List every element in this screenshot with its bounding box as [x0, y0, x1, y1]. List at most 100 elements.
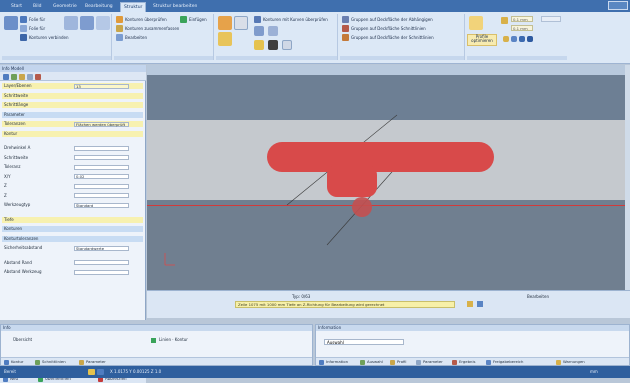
ribbon-btn-group-1[interactable]: Gruppen auf Deckfläche der Abhängigen	[342, 16, 433, 23]
ribbon-btn-group-2[interactable]: Gruppen auf Deckfläche Schnittlinien	[342, 25, 426, 32]
new-icon[interactable]	[3, 73, 9, 80]
ribbon-btn-group-3[interactable]: Gruppen auf Deckfläche der Schnittlinien	[342, 34, 434, 41]
ribbon-btn-edit[interactable]: Bearbeiten	[116, 34, 147, 41]
tab-auswahl[interactable]: Auswahl	[360, 359, 383, 365]
frame-icon[interactable]	[282, 40, 292, 50]
property-row[interactable]: Kontur	[2, 130, 143, 137]
copy-icon[interactable]	[19, 73, 25, 80]
curve-icon[interactable]	[218, 16, 232, 30]
profile-icon[interactable]	[469, 16, 483, 30]
property-row[interactable]: Drehwinkel A	[2, 145, 143, 151]
tab-warnungen[interactable]: Warnungen	[556, 359, 585, 365]
tab-struktur-bearbeiten[interactable]: Struktur bearbeiten	[150, 2, 200, 12]
snap-icon[interactable]	[88, 369, 95, 375]
cutter-circle[interactable]	[352, 197, 372, 217]
property-row[interactable]: Sicherheitsabstand Standardwerte	[2, 245, 143, 251]
small-icon[interactable]	[503, 36, 509, 42]
property-label: Layer/Ebenen	[4, 83, 32, 88]
shape-icon[interactable]	[218, 32, 232, 46]
small-icon[interactable]	[519, 36, 525, 42]
ribbon-field-1[interactable]: 0.1 mm	[511, 16, 533, 22]
arrow-icon[interactable]	[254, 40, 264, 50]
property-row[interactable]: Abstand Werkzeug	[2, 269, 143, 275]
right-dock-strip[interactable]	[625, 65, 630, 290]
property-row[interactable]: Tiefe	[2, 216, 143, 223]
tab-profil[interactable]: Profil	[390, 359, 406, 365]
tab-geometrie[interactable]: Geometrie	[50, 2, 80, 12]
warning-icon[interactable]	[467, 301, 473, 307]
ribbon-btn-check-contours[interactable]: Konturen überprüfen	[116, 16, 167, 23]
property-row[interactable]: Z	[2, 193, 143, 199]
grid-icon[interactable]	[96, 16, 110, 30]
tab-information[interactable]: Information	[319, 359, 348, 365]
ribbon-group-kurven: Konturen mit Kurven überprüfen	[216, 14, 338, 60]
property-row[interactable]: Schrittweite	[2, 92, 143, 99]
small-icon[interactable]	[527, 36, 533, 42]
property-value[interactable]	[74, 193, 129, 198]
info-icon[interactable]	[477, 301, 483, 307]
profile-optimize-button[interactable]: Profile optimieren	[467, 34, 497, 46]
contour-combo[interactable]: Linien · Kontur	[151, 337, 221, 343]
ribbon-btn-folie-1[interactable]: Folie für	[20, 16, 45, 23]
property-row[interactable]: Konturtoleranzen	[2, 235, 143, 242]
layout-icon[interactable]	[268, 26, 278, 36]
property-row[interactable]: Schrittlänge	[2, 102, 143, 108]
property-value[interactable]: 0.02	[74, 174, 129, 179]
property-value[interactable]	[74, 183, 129, 189]
ribbon-btn-folie-2[interactable]: Folie für	[20, 25, 45, 32]
check-icon	[116, 16, 123, 23]
property-value[interactable]: Standard	[74, 202, 129, 208]
property-row[interactable]: Konturen	[2, 226, 143, 232]
ribbon-btn-connect[interactable]: Konturen verbinden	[20, 34, 69, 41]
selection-field[interactable]: Auswahl	[324, 339, 404, 345]
3d-viewport[interactable]	[147, 65, 625, 290]
tab-parameter[interactable]: Parameter	[79, 359, 106, 365]
ribbon-btn-merge-contours[interactable]: Konturen zusammenfassen	[116, 25, 179, 32]
grid-icon[interactable]	[80, 16, 94, 30]
property-value[interactable]	[74, 269, 129, 275]
red-stem-shape[interactable]	[327, 165, 377, 197]
property-value[interactable]	[74, 145, 129, 151]
line-icon[interactable]	[268, 40, 278, 50]
property-row[interactable]: X/Y 0.02	[2, 174, 143, 180]
delete-icon[interactable]	[35, 73, 41, 80]
window-icon[interactable]	[234, 16, 248, 30]
property-row[interactable]: Toleranzen Flächen werden überprüft	[2, 121, 143, 127]
tab-bild[interactable]: Bild	[30, 2, 44, 12]
ribbon-btn-check-curves[interactable]: Konturen mit Kurven überprüfen	[254, 16, 328, 23]
property-row[interactable]: Z	[2, 183, 143, 189]
tab-kontur[interactable]: Kontur	[4, 359, 24, 365]
tab-ergebnis[interactable]: Ergebnis	[452, 359, 476, 365]
property-row[interactable]: Layer/Ebenen 13	[2, 83, 143, 89]
property-row[interactable]: Schrittweite	[2, 155, 143, 161]
save-icon[interactable]	[11, 73, 17, 80]
property-value[interactable]: Flächen werden überprüft	[74, 121, 129, 127]
tab-struktur[interactable]: Struktur	[120, 2, 147, 12]
edit-icon	[116, 34, 123, 41]
window-controls[interactable]	[608, 1, 628, 10]
ribbon-btn-insert[interactable]: Einfügen	[180, 16, 207, 23]
tab-bearbeitung[interactable]: Bearbeitung	[82, 2, 116, 12]
ribbon-field-2[interactable]: 0.1 mm	[511, 25, 533, 31]
tab-start[interactable]: Start	[8, 2, 25, 12]
red-bar-shape[interactable]	[267, 142, 494, 172]
property-row[interactable]: Abstand Rand	[2, 260, 143, 266]
tab-freigabe[interactable]: Freigabebereich	[486, 359, 523, 365]
grid-icon[interactable]	[97, 369, 104, 375]
property-value[interactable]	[74, 260, 129, 265]
settings-icon[interactable]	[27, 73, 33, 80]
ribbon-field-3[interactable]	[541, 16, 561, 22]
tab-schnittlinien[interactable]: Schnittlinien	[35, 359, 66, 365]
property-value[interactable]	[74, 164, 129, 170]
property-value[interactable]: Standardwerte	[74, 245, 129, 251]
property-row[interactable]: Parameter	[2, 111, 143, 118]
property-row[interactable]: Toleranz	[2, 164, 143, 170]
tab-parameter-right[interactable]: Parameter	[416, 359, 443, 365]
layout-icon[interactable]	[254, 26, 264, 36]
layer-icon[interactable]	[4, 16, 18, 30]
property-value[interactable]	[74, 155, 129, 160]
small-icon[interactable]	[511, 36, 517, 42]
property-value[interactable]: 13	[74, 83, 129, 89]
grid-icon[interactable]	[64, 16, 78, 30]
property-row[interactable]: Werkzeugtyp Standard	[2, 202, 143, 208]
